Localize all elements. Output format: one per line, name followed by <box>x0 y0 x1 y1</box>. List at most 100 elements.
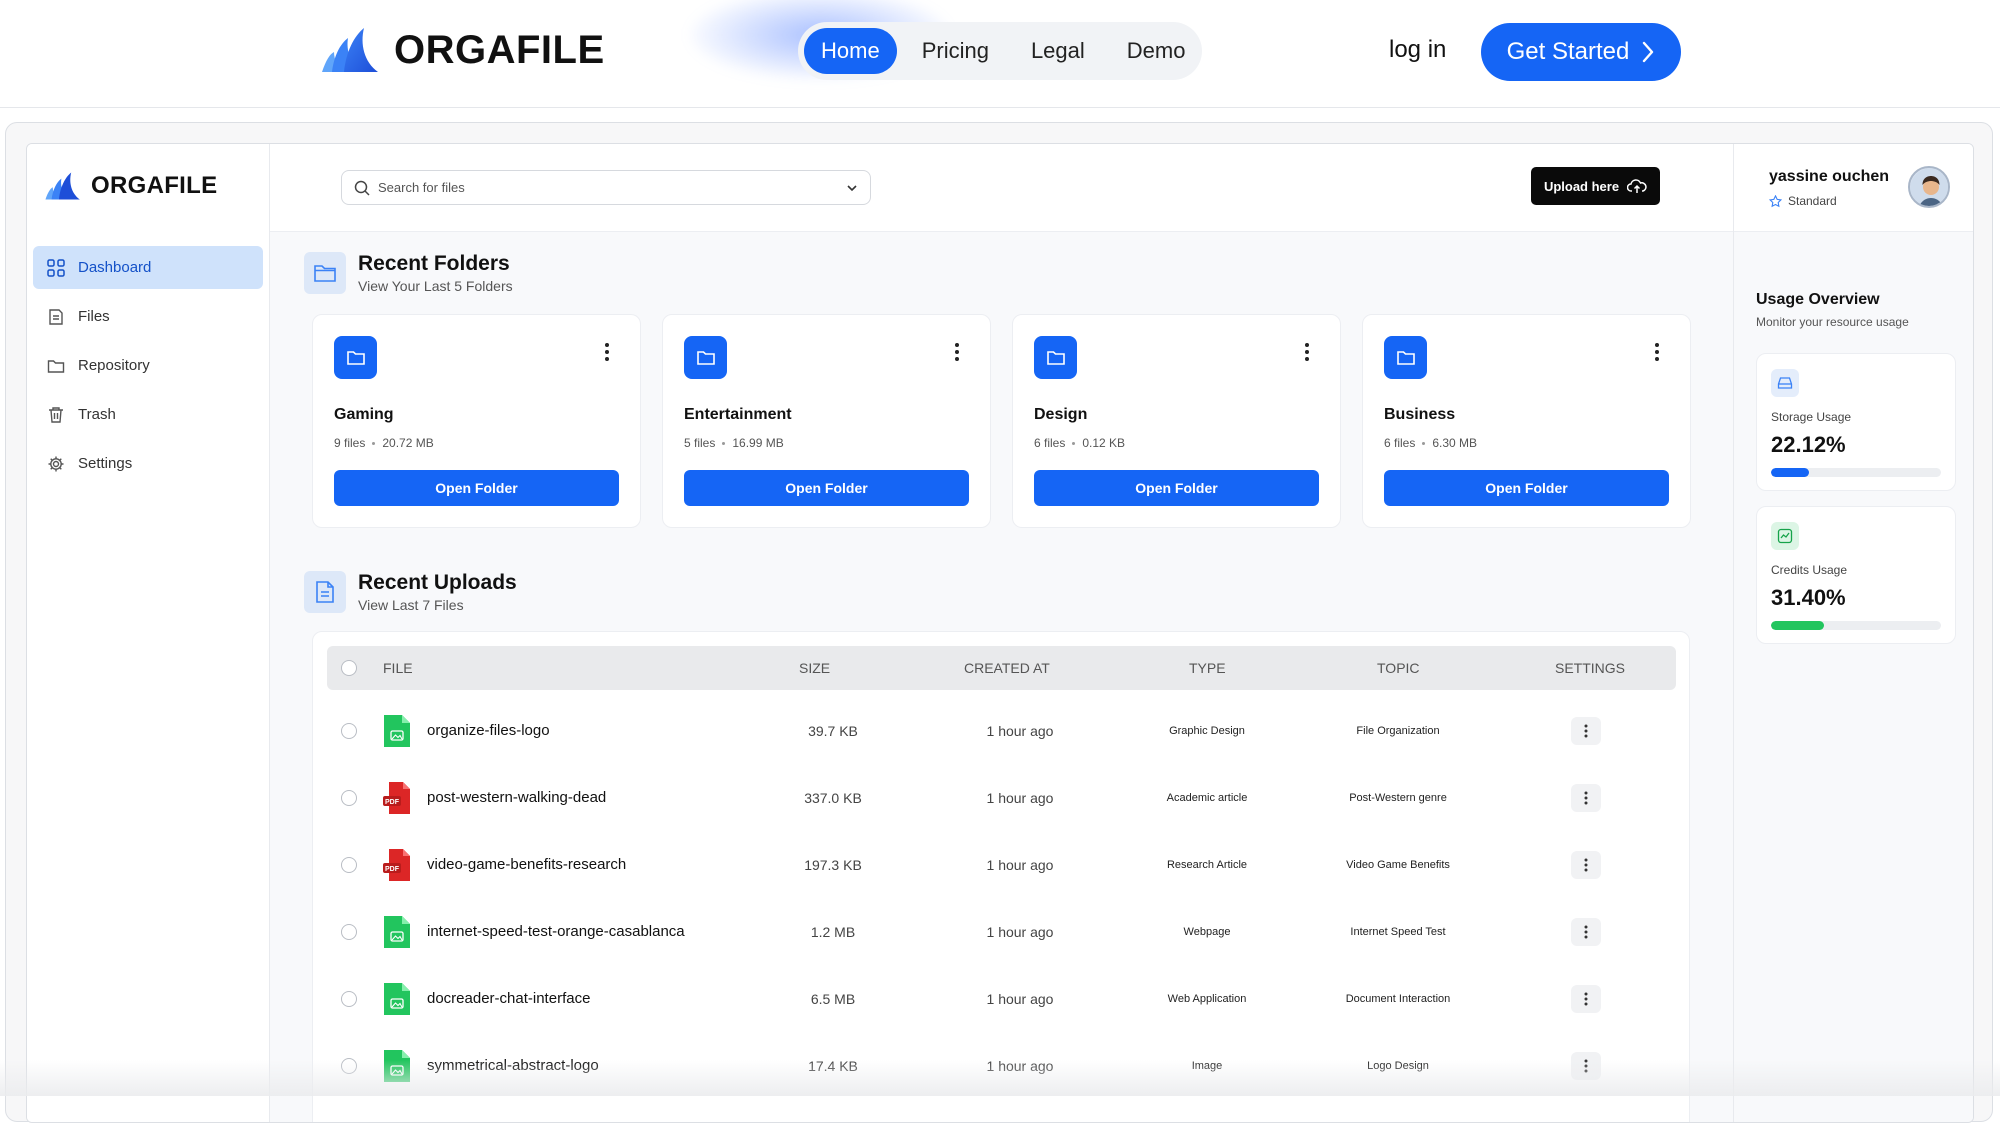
plan-label: Standard <box>1788 194 1837 208</box>
folder-icon <box>304 252 346 294</box>
table-row[interactable]: docreader-chat-interface 6.5 MB 1 hour ago… <box>327 966 1676 1033</box>
folder-meta: 6 files 0.12 KB <box>1034 436 1125 450</box>
document-icon <box>304 571 346 613</box>
row-settings-button[interactable] <box>1571 851 1601 879</box>
open-folder-button[interactable]: Open Folder <box>1384 470 1669 506</box>
topic-tag: Video Game Benefits <box>1346 859 1450 871</box>
table-header: FILE SIZE CREATED AT TYPE TOPIC SETTINGS <box>327 646 1676 690</box>
recent-uploads-title: Recent Uploads <box>358 571 517 594</box>
credits-progress-bar <box>1771 621 1941 630</box>
col-created-at[interactable]: CREATED AT <box>964 660 1050 676</box>
sidebar-item-settings[interactable]: Settings <box>33 442 263 485</box>
bottom-fade <box>0 1060 2000 1096</box>
folder-icon <box>47 359 65 373</box>
credits-value: 31.40% <box>1771 585 1846 610</box>
nav-pricing[interactable]: Pricing <box>905 28 1006 74</box>
open-folder-button[interactable]: Open Folder <box>334 470 619 506</box>
sidebar-item-repository[interactable]: Repository <box>33 344 263 387</box>
search-input[interactable]: Search for files <box>341 170 871 205</box>
nav-home[interactable]: Home <box>804 28 897 74</box>
created-at: 1 hour ago <box>986 924 1054 940</box>
created-at: 1 hour ago <box>986 857 1054 873</box>
get-started-button[interactable]: Get Started <box>1481 23 1681 81</box>
file-size: 1.2 MB <box>810 924 856 940</box>
pdf-file-icon: PDF <box>383 781 411 820</box>
folder-list: Gaming 9 files 20.72 MB Open Folder Enter… <box>312 314 1691 528</box>
col-type[interactable]: TYPE <box>1189 660 1226 676</box>
table-row[interactable]: organize-files-logo 39.7 KB 1 hour ago Grap… <box>327 698 1676 765</box>
more-vertical-icon[interactable] <box>954 342 960 362</box>
file-name[interactable]: video-game-benefits-research <box>427 856 626 873</box>
orgafile-logo-icon <box>322 28 378 72</box>
avatar[interactable] <box>1908 166 1950 208</box>
open-folder-button[interactable]: Open Folder <box>684 470 969 506</box>
usage-title: Usage Overview <box>1756 291 1880 308</box>
folder-card: Gaming 9 files 20.72 MB Open Folder <box>312 314 641 528</box>
row-checkbox[interactable] <box>341 857 357 873</box>
topic-tag: Internet Speed Test <box>1350 926 1446 938</box>
folder-meta: 6 files 6.30 MB <box>1384 436 1477 450</box>
row-settings-button[interactable] <box>1571 918 1601 946</box>
pdf-badge-text: PDF <box>385 799 400 806</box>
more-vertical-icon[interactable] <box>1304 342 1310 362</box>
type-tag: Webpage <box>1183 926 1231 938</box>
upload-label: Upload here <box>1543 178 1620 194</box>
sidebar-logo[interactable]: ORGAFILE <box>43 170 217 202</box>
row-settings-button[interactable] <box>1571 784 1601 812</box>
type-tag: Research Article <box>1166 859 1248 871</box>
file-name[interactable]: post-western-walking-dead <box>427 789 606 806</box>
file-name[interactable]: docreader-chat-interface <box>427 990 590 1007</box>
row-checkbox[interactable] <box>341 790 357 806</box>
chevron-down-icon[interactable] <box>846 182 858 194</box>
table-row[interactable]: internet-speed-test-orange-casablanca 1.2… <box>327 899 1676 966</box>
folder-size: 6.30 MB <box>1432 436 1478 450</box>
select-all-checkbox[interactable] <box>341 660 357 676</box>
sidebar-item-dashboard[interactable]: Dashboard <box>33 246 263 289</box>
row-checkbox[interactable] <box>341 991 357 1007</box>
site-logo[interactable]: ORGAFILE <box>318 24 605 76</box>
col-topic[interactable]: TOPIC <box>1377 660 1420 676</box>
sidebar-item-files[interactable]: Files <box>33 295 263 338</box>
gear-icon <box>48 456 64 471</box>
open-folder-button[interactable]: Open Folder <box>1034 470 1319 506</box>
folder-icon <box>1384 336 1427 379</box>
hard-drive-icon <box>1771 369 1799 397</box>
row-checkbox[interactable] <box>341 924 357 940</box>
col-settings[interactable]: SETTINGS <box>1555 660 1625 676</box>
file-name[interactable]: organize-files-logo <box>427 722 550 739</box>
folder-name: Entertainment <box>684 406 792 423</box>
nav-demo[interactable]: Demo <box>1110 28 1203 74</box>
upload-button[interactable]: Upload here <box>1531 167 1660 205</box>
folder-size: 16.99 MB <box>732 436 784 450</box>
row-settings-button[interactable] <box>1571 985 1601 1013</box>
table-row[interactable]: PDF video-game-benefits-research 197.3 KB 1… <box>327 832 1676 899</box>
col-file[interactable]: FILE <box>383 660 413 676</box>
file-size: 39.7 KB <box>808 723 858 739</box>
col-size[interactable]: SIZE <box>799 660 830 676</box>
file-name[interactable]: internet-speed-test-orange-casablanca <box>427 923 685 940</box>
folder-icon <box>1034 336 1077 379</box>
site-header: ORGAFILE Home Pricing Legal Demo log in … <box>0 0 2000 108</box>
image-file-icon <box>383 915 411 954</box>
sidebar-item-label: Files <box>78 308 110 325</box>
trash-icon <box>49 406 63 423</box>
get-started-label: Get Started <box>1506 38 1630 65</box>
login-link[interactable]: log in <box>1389 36 1446 64</box>
row-checkbox[interactable] <box>341 723 357 739</box>
nav-legal[interactable]: Legal <box>1014 28 1102 74</box>
orgafile-logo-icon <box>45 172 80 200</box>
main-topbar: Search for files Upload here <box>270 144 1733 232</box>
table-row[interactable]: PDF post-western-walking-dead 337.0 KB 1 ho… <box>327 765 1676 832</box>
more-vertical-icon[interactable] <box>604 342 610 362</box>
cloud-upload-icon <box>1627 179 1647 193</box>
usage-subtitle: Monitor your resource usage <box>1756 315 1909 329</box>
folder-card: Entertainment 5 files 16.99 MB Open Folde… <box>662 314 991 528</box>
more-vertical-icon[interactable] <box>1654 342 1660 362</box>
sidebar-item-trash[interactable]: Trash <box>33 393 263 436</box>
user-name: yassine ouchen <box>1769 168 1890 185</box>
folder-card: Business 6 files 6.30 MB Open Folder <box>1362 314 1691 528</box>
sidebar-brand-name: ORGAFILE <box>91 172 218 199</box>
user-plan: Standard <box>1769 194 1837 208</box>
recent-folders-title: Recent Folders <box>358 252 510 275</box>
row-settings-button[interactable] <box>1571 717 1601 745</box>
